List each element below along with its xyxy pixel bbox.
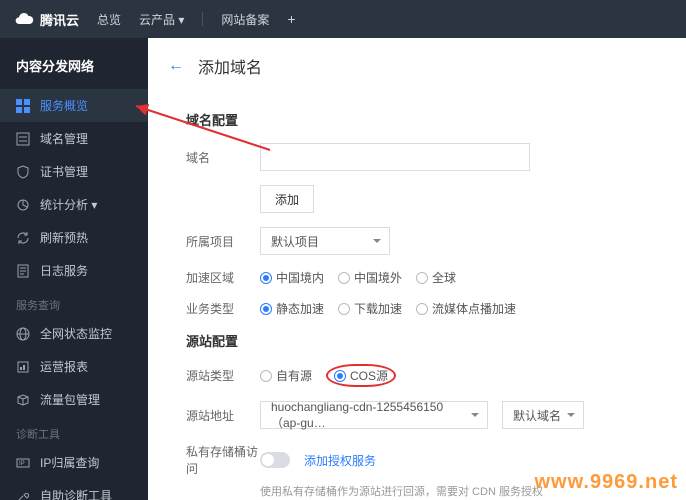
sidebar-item-label: 日志服务 <box>40 262 88 279</box>
nav-divider <box>202 12 203 26</box>
annotation-circle: COS源 <box>326 364 396 387</box>
sidebar-item-domain[interactable]: 域名管理 <box>0 122 148 155</box>
nav-beian[interactable]: 网站备案 <box>221 11 269 28</box>
refresh-icon <box>16 231 30 245</box>
private-toggle[interactable] <box>260 452 290 468</box>
nav-overview[interactable]: 总览 <box>97 11 121 28</box>
radio-origin-own[interactable]: 自有源 <box>260 367 312 384</box>
sidebar-item-label: 证书管理 <box>40 163 88 180</box>
label-biz: 业务类型 <box>186 300 260 317</box>
sidebar-item-cert[interactable]: 证书管理 <box>0 155 148 188</box>
sidebar: 内容分发网络 服务概览 域名管理 证书管理 统计分析 ▾ 刷新预热 日志服务 服… <box>0 38 148 500</box>
sidebar-item-label: 服务概览 <box>40 97 88 114</box>
globe-icon <box>16 327 30 341</box>
radio-biz-download[interactable]: 下载加速 <box>338 300 402 317</box>
list-icon <box>16 132 30 146</box>
sidebar-item-label: 刷新预热 <box>40 229 88 246</box>
radio-region-overseas[interactable]: 中国境外 <box>338 269 402 286</box>
sidebar-item-selfdiag[interactable]: 自助诊断工具 <box>0 479 148 500</box>
label-origin-addr: 源站地址 <box>186 407 260 424</box>
sidebar-item-label: 统计分析 ▾ <box>40 196 97 213</box>
section-domain-config: 域名配置 <box>186 110 686 129</box>
page-header: ← 添加域名 <box>168 54 686 78</box>
sidebar-item-traffic[interactable]: 流量包管理 <box>0 383 148 416</box>
package-icon <box>16 393 30 407</box>
sidebar-item-label: 自助诊断工具 <box>40 487 112 500</box>
brand-logo[interactable]: 腾讯云 <box>14 9 79 29</box>
back-button[interactable]: ← <box>168 57 184 75</box>
sidebar-item-log[interactable]: 日志服务 <box>0 254 148 287</box>
radio-biz-static[interactable]: 静态加速 <box>260 300 324 317</box>
auth-link[interactable]: 添加授权服务 <box>304 452 376 469</box>
log-icon <box>16 264 30 278</box>
brand-text: 腾讯云 <box>40 10 79 29</box>
top-bar: 腾讯云 总览 云产品 ▾ 网站备案 + <box>0 0 686 38</box>
label-origin-type: 源站类型 <box>186 367 260 384</box>
svg-text:IP: IP <box>19 461 25 467</box>
report-icon <box>16 360 30 374</box>
add-domain-button[interactable]: 添加 <box>260 185 314 213</box>
cloud-icon <box>14 9 34 29</box>
sidebar-item-overview[interactable]: 服务概览 <box>0 89 148 122</box>
nav-add[interactable]: + <box>287 11 295 27</box>
radio-region-global[interactable]: 全球 <box>416 269 456 286</box>
domain-input[interactable] <box>260 143 530 171</box>
shield-icon <box>16 165 30 179</box>
sidebar-item-netstatus[interactable]: 全网状态监控 <box>0 317 148 350</box>
content-area: ← 添加域名 域名配置 域名 添加 所属项目 默认项目 <box>148 38 686 500</box>
sidebar-item-iplookup[interactable]: IP IP归属查询 <box>0 446 148 479</box>
grid-icon <box>16 99 30 113</box>
nav-products[interactable]: 云产品 ▾ <box>139 11 184 28</box>
radio-biz-vod[interactable]: 流媒体点播加速 <box>416 300 516 317</box>
sidebar-item-label: 运营报表 <box>40 358 88 375</box>
sidebar-group-diag: 诊断工具 <box>0 416 148 446</box>
chart-icon <box>16 198 30 212</box>
section-origin-config: 源站配置 <box>186 331 686 350</box>
top-nav: 总览 云产品 ▾ 网站备案 + <box>97 11 296 28</box>
label-domain: 域名 <box>186 149 260 166</box>
tool-icon <box>16 489 30 500</box>
page-title: 添加域名 <box>198 54 262 78</box>
sidebar-item-label: 域名管理 <box>40 130 88 147</box>
sidebar-item-purge[interactable]: 刷新预热 <box>0 221 148 254</box>
radio-origin-cos[interactable]: COS源 <box>334 367 388 384</box>
sidebar-group-query: 服务查询 <box>0 287 148 317</box>
sidebar-title: 内容分发网络 <box>0 52 148 89</box>
sidebar-item-label: 全网状态监控 <box>40 325 112 342</box>
origin-addr-select[interactable]: huochangliang-cdn-1255456150（ap-gu… <box>260 401 488 429</box>
radio-region-mainland[interactable]: 中国境内 <box>260 269 324 286</box>
label-region: 加速区域 <box>186 269 260 286</box>
label-project: 所属项目 <box>186 233 260 250</box>
sidebar-item-report[interactable]: 运营报表 <box>0 350 148 383</box>
sidebar-item-stats[interactable]: 统计分析 ▾ <box>0 188 148 221</box>
origin-mode-select[interactable]: 默认域名 <box>502 401 584 429</box>
private-hint: 使用私有存储桶作为源站进行回源，需要对 CDN 服务授权 <box>260 483 686 499</box>
label-private: 私有存储桶访问 <box>186 443 260 477</box>
sidebar-item-label: 流量包管理 <box>40 391 100 408</box>
ip-icon: IP <box>16 456 30 470</box>
sidebar-item-label: IP归属查询 <box>40 454 99 471</box>
project-select[interactable]: 默认项目 <box>260 227 390 255</box>
